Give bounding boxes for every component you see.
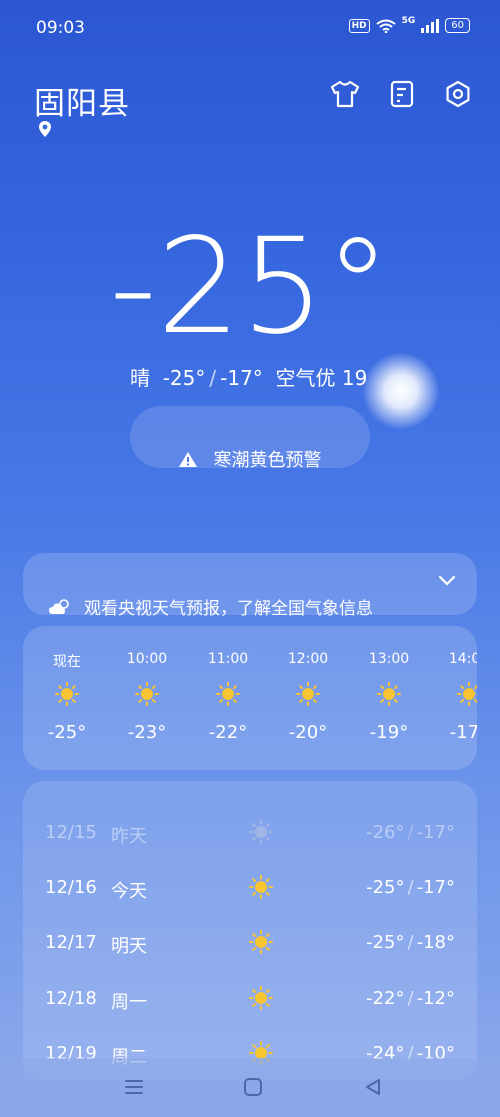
daily-day: 昨天 <box>111 826 147 847</box>
system-navigation-bar <box>0 1058 500 1117</box>
hour-temp: -25° <box>47 722 87 743</box>
header-actions <box>330 80 472 108</box>
daily-date: 12/16 <box>45 877 97 898</box>
sun-glow-icon <box>363 353 439 429</box>
weather-summary: 晴 -25° / -17° 空气优 19 <box>130 366 368 390</box>
chevron-down-icon[interactable] <box>438 574 456 586</box>
daily-day: 明天 <box>111 936 147 957</box>
weather-alert-pill[interactable]: 寒潮黄色预警 <box>130 406 370 471</box>
alert-text: 寒潮黄色预警 <box>213 450 322 471</box>
daily-row[interactable]: 12/15 昨天 -26° / -17° <box>23 812 477 852</box>
document-icon[interactable] <box>390 80 414 108</box>
sun-icon <box>249 986 273 1010</box>
daily-min: -25° <box>366 932 405 953</box>
hour-label: 14:00 <box>448 651 477 667</box>
sun-icon <box>55 682 79 706</box>
hour-label: 10:00 <box>126 651 168 667</box>
daily-min: -26° <box>366 822 405 843</box>
network-type: 5G <box>401 15 416 26</box>
daily-row[interactable]: 12/16 今天 -25° / -17° <box>23 867 477 907</box>
wifi-icon <box>375 19 396 33</box>
temp-high: -17° <box>220 366 263 390</box>
daily-day: 周一 <box>111 992 147 1013</box>
hour-temp: -17° <box>449 722 477 743</box>
daily-date: 12/18 <box>45 988 97 1009</box>
warning-icon <box>178 451 203 470</box>
daily-max: -17° <box>416 877 455 898</box>
signal-icon <box>421 18 440 33</box>
back-icon[interactable] <box>363 1077 383 1097</box>
hour-label: 13:00 <box>368 651 410 667</box>
daily-max: -17° <box>416 822 455 843</box>
cloud-sun-icon <box>49 598 69 614</box>
current-temperature: -25° <box>109 210 391 364</box>
menu-icon[interactable] <box>124 1079 144 1095</box>
shirt-icon[interactable] <box>330 80 360 108</box>
daily-range: -25° / -17° <box>366 877 455 898</box>
daily-date: 12/15 <box>45 822 97 843</box>
hour-label: 11:00 <box>207 651 249 667</box>
daily-forecast[interactable]: 12/15 昨天 -26° / -17° 12/16 今天 -25° / -17° 12… <box>23 781 477 1081</box>
home-icon[interactable] <box>243 1077 263 1097</box>
daily-max: -18° <box>416 932 455 953</box>
city-name[interactable]: 固阳县 <box>34 78 130 123</box>
daily-min: -22° <box>366 988 405 1009</box>
hour-label: 现在 <box>53 654 81 670</box>
air-quality[interactable]: 空气优 19 <box>276 366 368 390</box>
tv-forecast-line[interactable]: 观看央视天气预报，了解全国气象信息 <box>48 594 373 619</box>
status-icons: HD 5G 60 <box>348 15 470 33</box>
daily-date: 12/17 <box>45 932 97 953</box>
daily-day: 今天 <box>111 881 147 902</box>
sun-icon <box>249 930 273 954</box>
battery-icon: 60 <box>445 18 470 33</box>
daily-min: -25° <box>366 877 405 898</box>
hour-temp: -19° <box>369 722 409 743</box>
hour-temp: -23° <box>127 722 167 743</box>
daily-range: -26° / -17° <box>366 822 455 843</box>
status-bar: 09:03 HD 5G 60 <box>0 0 500 56</box>
hour-label: 12:00 <box>287 651 329 667</box>
sun-icon <box>377 682 401 706</box>
daily-row[interactable]: 12/17 明天 -25° / -18° <box>23 922 477 962</box>
hour-temp: -20° <box>288 722 328 743</box>
hour-temp: -22° <box>208 722 248 743</box>
settings-icon[interactable] <box>444 80 472 108</box>
sun-icon <box>135 682 159 706</box>
sun-icon <box>249 875 273 899</box>
daily-row[interactable]: 12/18 周一 -22° / -12° <box>23 978 477 1018</box>
sun-icon <box>296 682 320 706</box>
daily-range: -22° / -12° <box>366 988 455 1009</box>
sun-icon <box>457 682 477 706</box>
hourly-forecast[interactable]: 现在 -25° 10:00 -23° 11:00 -22° 12:00 -20°… <box>23 626 477 770</box>
sun-icon <box>216 682 240 706</box>
status-time: 09:03 <box>36 18 85 38</box>
sun-icon <box>249 820 273 844</box>
tv-forecast-text: 观看央视天气预报，了解全国气象信息 <box>84 599 373 619</box>
temp-low: -25° <box>162 366 206 390</box>
daily-max: -12° <box>416 988 455 1009</box>
location-pin-icon <box>39 121 51 137</box>
hd-icon: HD <box>348 18 370 33</box>
daily-range: -25° / -18° <box>366 932 455 953</box>
condition-text: 晴 <box>130 366 150 390</box>
